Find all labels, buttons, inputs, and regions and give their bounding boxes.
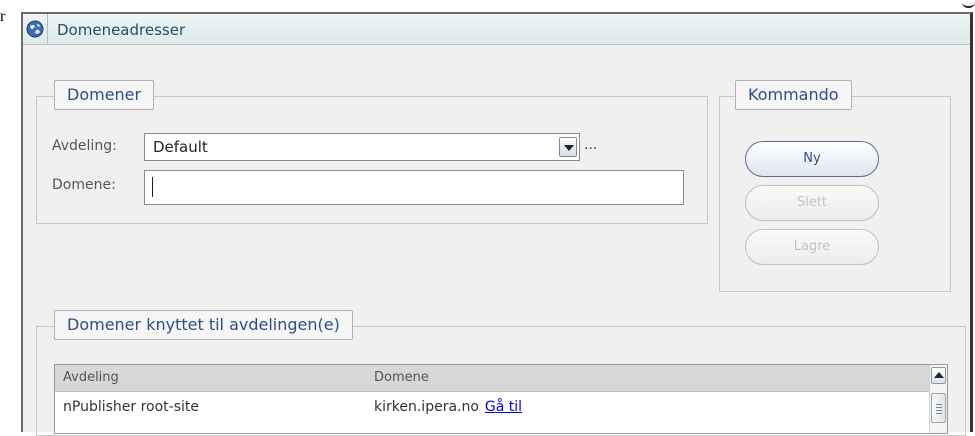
linked-domains-legend: Domener knyttet til avdelingen(e) xyxy=(54,310,353,340)
avdeling-select-value: Default xyxy=(153,138,208,156)
grip-line xyxy=(936,407,942,408)
slett-button[interactable]: Slett xyxy=(745,185,879,221)
table-header: Avdeling Domene xyxy=(55,365,930,392)
chevron-down-icon[interactable] xyxy=(559,137,577,157)
text-cursor xyxy=(152,177,153,197)
lagre-button[interactable]: Lagre xyxy=(745,229,879,265)
column-header-avdeling[interactable]: Avdeling xyxy=(63,370,119,385)
column-header-domene[interactable]: Domene xyxy=(374,370,429,385)
row-avdeling: nPublisher root-site xyxy=(63,399,200,415)
ny-button[interactable]: Ny xyxy=(745,141,879,177)
grip-line xyxy=(936,410,942,411)
domener-legend: Domener xyxy=(54,80,155,110)
row-domene: kirken.ipera.no Gå til xyxy=(374,399,522,415)
edge-mark xyxy=(962,0,975,8)
scroll-thumb[interactable] xyxy=(931,393,946,423)
more-button[interactable]: ... xyxy=(584,137,597,153)
avdeling-select[interactable]: Default xyxy=(144,133,580,161)
domene-input[interactable] xyxy=(144,170,684,205)
title-separator xyxy=(47,14,48,44)
domains-table: Avdeling Domene nPublisher root-site kir… xyxy=(54,364,948,434)
window-title: Domeneadresser xyxy=(57,21,186,39)
arrow-up-icon[interactable] xyxy=(931,367,946,384)
table-row[interactable]: nPublisher root-site kirken.ipera.no Gå t… xyxy=(55,392,930,422)
row-domene-value: kirken.ipera.no xyxy=(374,399,479,415)
grip-line xyxy=(936,404,942,405)
domene-label: Domene: xyxy=(52,177,116,193)
avdeling-label: Avdeling: xyxy=(52,138,117,154)
globe-icon xyxy=(26,20,44,38)
title-bar: Domeneadresser xyxy=(23,14,970,45)
kommando-legend: Kommando xyxy=(735,80,852,110)
goto-link[interactable]: Gå til xyxy=(485,399,522,415)
grip-line xyxy=(936,413,942,414)
corner-glyph: r xyxy=(0,8,6,25)
vertical-scrollbar[interactable] xyxy=(929,365,947,433)
